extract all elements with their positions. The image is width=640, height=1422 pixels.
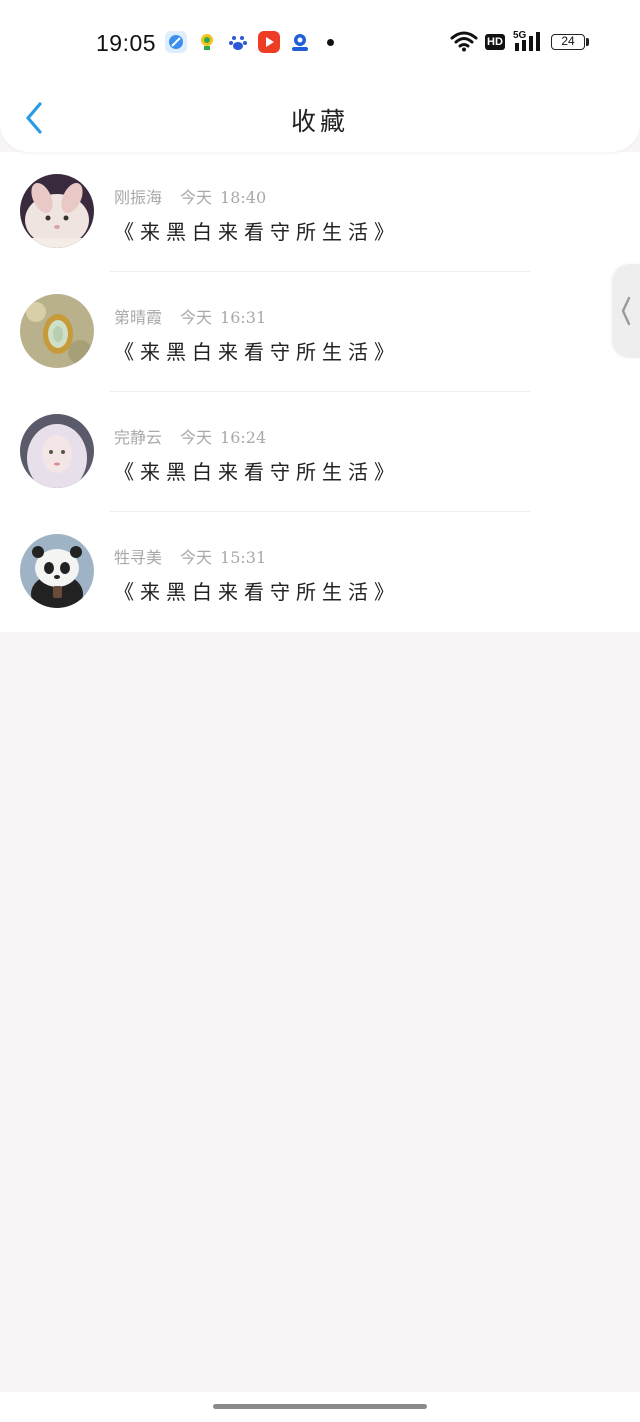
rabbit-avatar [20, 174, 94, 248]
browser-icon [165, 31, 187, 53]
date-label: 今天 [180, 428, 213, 447]
favorites-list: 刚振海 今天 18:40 《来黑白来看守所生活》 第晴霞 今天 16:31 《来黑白来看… [0, 152, 640, 632]
page-title: 收藏 [290, 107, 349, 136]
list-item[interactable]: 第晴霞 今天 16:31 《来黑白来看守所生活》 [0, 272, 640, 392]
maps-icon [289, 31, 311, 53]
avatar[interactable] [20, 534, 94, 608]
chevron-left-icon [621, 296, 631, 326]
favorite-text: 《来黑白来看守所生活》 [114, 220, 400, 244]
author-name: 第晴霞 [114, 308, 163, 327]
baidu-icon [227, 31, 249, 53]
list-item[interactable]: 刚振海 今天 18:40 《来黑白来看守所生活》 [0, 152, 640, 272]
author-name: 刚振海 [114, 188, 163, 207]
status-time: 19:05 [96, 30, 157, 56]
time-value: 16:31 [220, 308, 267, 327]
avatar[interactable] [20, 294, 94, 368]
item-meta: 完静云 今天 16:24 [114, 424, 266, 448]
list-item[interactable]: 牲寻美 今天 15:31 《来黑白来看守所生活》 [0, 512, 640, 632]
notification-dot [327, 39, 334, 46]
favorite-text: 《来黑白来看守所生活》 [114, 460, 400, 484]
battery-icon: 24 [551, 34, 585, 50]
item-meta: 第晴霞 今天 16:31 [114, 304, 266, 328]
hd-icon: HD [485, 34, 505, 50]
date-label: 今天 [180, 188, 213, 207]
video-play-icon [258, 31, 280, 53]
wifi-icon [450, 30, 478, 56]
time-value: 15:31 [220, 548, 267, 567]
signal-5g-icon: 5G [513, 29, 543, 57]
author-name: 牲寻美 [114, 548, 163, 567]
date-label: 今天 [180, 308, 213, 327]
time-value: 16:24 [220, 428, 267, 447]
panda-avatar [20, 534, 94, 608]
item-meta: 牲寻美 今天 15:31 [114, 544, 266, 568]
status-bar: 19:05 HD 5G 24 [0, 0, 640, 86]
app-header: 19:05 HD 5G 24 收藏 [0, 0, 640, 152]
home-indicator[interactable] [213, 1404, 427, 1409]
avatar[interactable] [20, 414, 94, 488]
battery-tip [586, 38, 589, 46]
favorite-text: 《来黑白来看守所生活》 [114, 340, 400, 364]
author-name: 完静云 [114, 428, 163, 447]
side-panel-handle[interactable] [612, 264, 640, 358]
favorite-text: 《来黑白来看守所生活》 [114, 580, 400, 604]
list-item[interactable]: 完静云 今天 16:24 《来黑白来看守所生活》 [0, 392, 640, 512]
time-value: 18:40 [220, 188, 267, 207]
item-meta: 刚振海 今天 18:40 [114, 184, 266, 208]
network-type: 5G [513, 30, 527, 41]
date-label: 今天 [180, 548, 213, 567]
qq-music-icon [196, 31, 218, 53]
pendant-avatar [20, 294, 94, 368]
girl-avatar [20, 414, 94, 488]
avatar[interactable] [20, 174, 94, 248]
